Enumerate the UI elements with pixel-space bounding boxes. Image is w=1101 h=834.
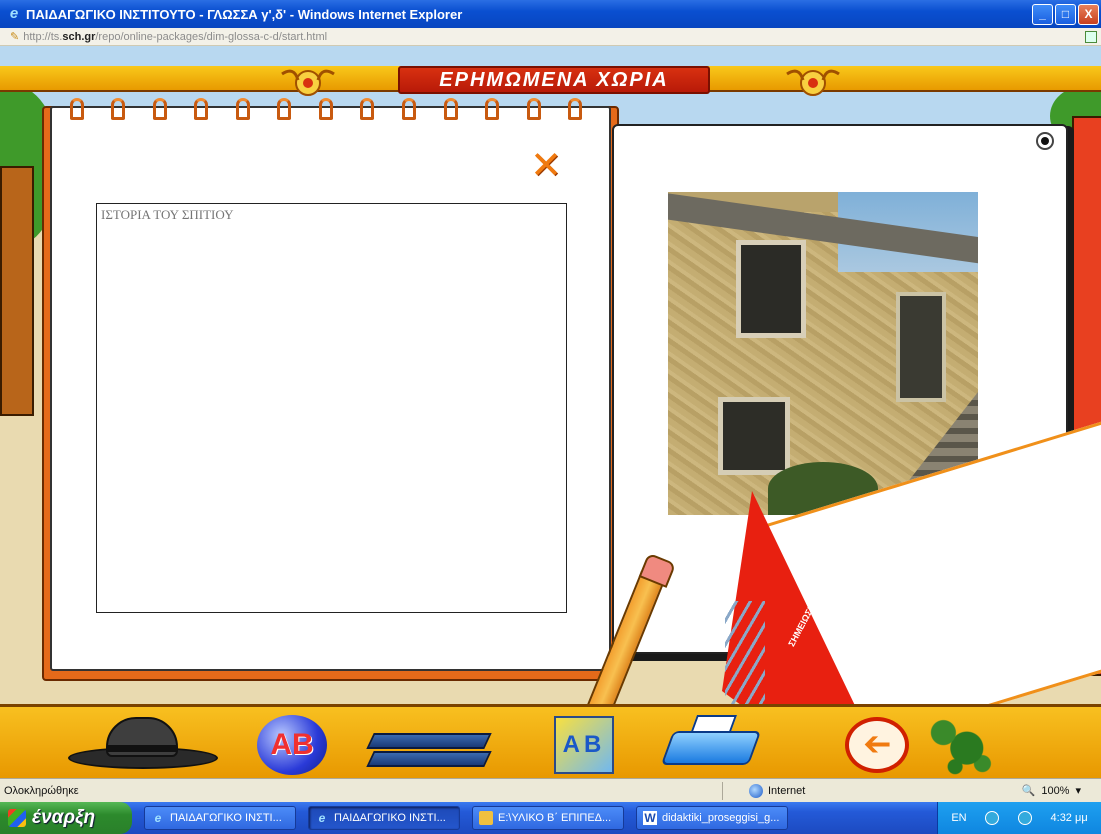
globe-icon [749,783,763,798]
taskbar-item-ie-2[interactable]: e ΠΑΙΔΑΓΩΓΙΚΟ ΙΝΣΤΙ... [308,806,460,830]
start-label: έναρξη [32,807,96,828]
book-lower-icon [366,751,492,767]
window-title-bar[interactable]: e ΠΑΙΔΑΓΩΓΙΚΟ ΙΝΣΤΙΤΟΥΤΟ - ΓΛΩΣΣΑ γ',δ' … [0,0,1101,28]
photo-door [896,292,946,402]
minimize-button[interactable]: _ [1032,3,1053,25]
taskbar-item-ie-1[interactable]: e ΠΑΙΔΑΓΩΓΙΚΟ ΙΝΣΤΙ... [144,806,296,830]
hat-band-icon [108,745,176,752]
chevron-down-icon[interactable]: ▾ [1075,784,1081,797]
ab-ball-icon: AB [257,715,327,775]
printer-icon [660,731,762,765]
ornament-right-icon [786,69,840,96]
language-indicator[interactable]: EN [951,812,966,824]
print-button[interactable] [660,715,762,775]
address-bar[interactable]: ✎ http://ts.sch.gr/repo/online-packages/… [0,28,1101,46]
spiral-ring [111,98,126,120]
notebook-spiral [56,98,596,122]
hat-button[interactable] [68,715,218,775]
spiral-ring [360,98,375,120]
photo-window-upper [736,240,806,338]
ie-logo-icon: e [9,5,19,22]
app-stage: ΕΡΗΜΩΜΕΝΑ ΧΩΡΙΑ ✕ ΣΗΜΕΙΩΣΕΙΣ [0,46,1101,778]
spiral-ring [443,98,458,120]
ie-icon: e [318,811,326,825]
security-zone[interactable]: Internet [725,783,925,798]
photo-window-lower [718,397,790,475]
page-icon: ✎ [10,31,20,43]
network-icon[interactable] [1017,811,1032,825]
page-radio-button[interactable] [1036,132,1054,150]
windows-flag-icon [8,809,26,827]
spiral-ring [318,98,333,120]
spiral-ring [485,98,500,120]
status-bar: Ολοκληρώθηκε Internet 🔍 100% ▾ [0,778,1101,802]
zoom-level: 100% [1041,784,1070,797]
back-arrow-icon: ➔ [845,717,909,773]
zoom-control[interactable]: 🔍 100% ▾ [1021,784,1101,798]
close-notebook-button[interactable]: ✕ [528,147,564,185]
tree-trunk-left [0,166,34,416]
maximize-button[interactable]: □ [1055,3,1076,25]
spiral-ring [568,98,583,120]
clock: 4:32 μμ [1050,812,1088,824]
status-separator [722,781,723,800]
spiral-ring [277,98,292,120]
status-text: Ολοκληρώθηκε [4,784,79,797]
books-icon [366,733,492,749]
ornament-left-icon [281,69,335,96]
spiral-ring [69,98,84,120]
abandoned-house-photo [668,192,978,515]
lesson-title-banner: ΕΡΗΜΩΜΕΝΑ ΧΩΡΙΑ [398,66,710,94]
ie-icon: e [154,811,162,825]
window-title: ΠΑΙΔΑΓΩΓΙΚΟ ΙΝΣΤΙΤΟΥΤΟ - ΓΛΩΣΣΑ γ',δ' - … [26,6,463,22]
taskbar-item-folder[interactable]: E:\ΥΛΙΚΟ Β΄ ΕΠΙΠΕΔ... [472,806,624,830]
zoom-icon: 🔍 [1021,785,1036,797]
story-input-box[interactable] [96,203,567,613]
blocks-button[interactable]: AB [552,715,616,775]
start-button[interactable]: έναρξη [0,802,132,834]
taskbar: έναρξη e ΠΑΙΔΑΓΩΓΙΚΟ ΙΝΣΤΙ... e ΠΑΙΔΑΓΩΓ… [0,802,1101,834]
ab-button[interactable]: AB [255,715,329,775]
bottom-toolbar: AB AB ➔ [0,704,1101,778]
spiral-ring [194,98,209,120]
blocks-icon: AB [554,716,614,774]
tray-icon[interactable] [985,811,1000,825]
spiral-ring [526,98,541,120]
greece-map-icon [920,714,998,776]
story-textarea[interactable] [97,204,566,612]
go-icon[interactable] [1085,30,1097,43]
map-button[interactable] [918,714,1000,776]
folder-icon [479,811,493,825]
zone-label: Internet [768,784,806,797]
url-text[interactable]: http://ts.sch.gr/repo/online-packages/di… [23,31,327,43]
system-tray: EN 4:32 μμ [937,802,1101,834]
back-button[interactable]: ➔ [842,715,912,775]
taskbar-item-word[interactable]: W didaktiki_proseggisi_g... [636,806,788,830]
notepad-spiral-binding [725,601,765,711]
spiral-ring [402,98,417,120]
spiral-ring [152,98,167,120]
spiral-ring [235,98,250,120]
word-doc-icon: W [643,811,657,825]
books-button[interactable] [366,715,492,775]
close-window-button[interactable]: X [1078,3,1099,25]
